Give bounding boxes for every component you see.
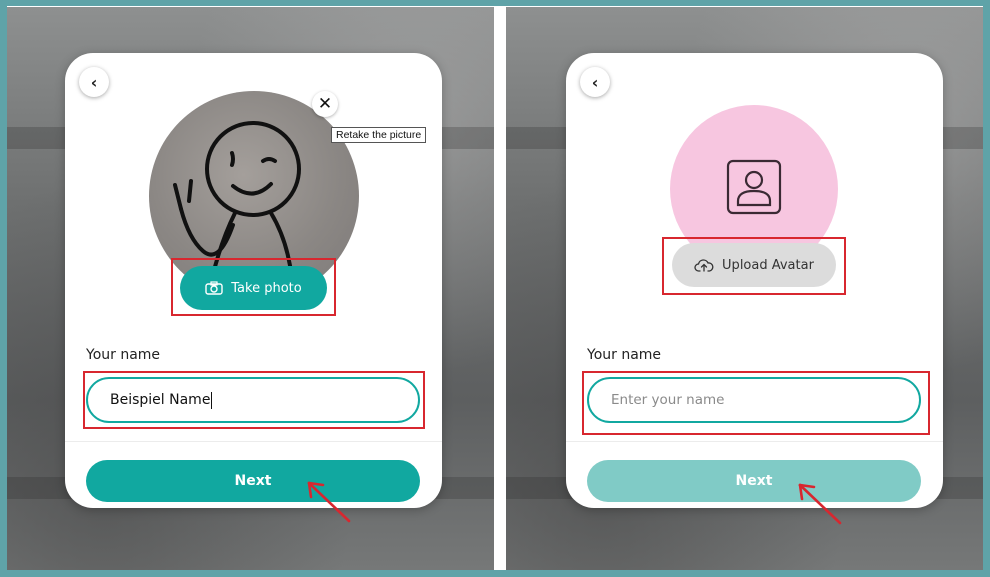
name-input[interactable]: Beispiel Name bbox=[86, 377, 420, 423]
profile-card: ‹ Upload Avatar Your name Enter your nam… bbox=[566, 53, 943, 508]
user-portrait-icon bbox=[726, 159, 782, 215]
pointer-arrow-icon bbox=[798, 483, 842, 525]
name-label: Your name bbox=[587, 347, 662, 363]
name-label: Your name bbox=[86, 347, 161, 363]
name-input-value: Beispiel Name bbox=[110, 392, 211, 408]
close-icon: ✕ bbox=[317, 94, 333, 114]
take-photo-button[interactable]: Take photo bbox=[180, 266, 327, 310]
take-photo-label: Take photo bbox=[231, 280, 302, 296]
text-caret bbox=[211, 391, 213, 409]
name-input[interactable]: Enter your name bbox=[587, 377, 921, 423]
upload-avatar-button[interactable]: Upload Avatar bbox=[672, 243, 836, 287]
back-button[interactable]: ‹ bbox=[580, 67, 610, 97]
next-button[interactable]: Next bbox=[86, 460, 420, 502]
next-button-disabled[interactable]: Next bbox=[587, 460, 921, 502]
pointer-arrow-icon bbox=[307, 481, 351, 523]
divider bbox=[65, 441, 442, 442]
chevron-left-icon: ‹ bbox=[591, 72, 599, 92]
retake-photo-button[interactable]: ✕ bbox=[312, 91, 338, 117]
back-button[interactable]: ‹ bbox=[79, 67, 109, 97]
camera-icon bbox=[205, 281, 223, 295]
retake-tooltip: Retake the picture bbox=[331, 127, 427, 143]
screens-divider bbox=[494, 7, 506, 570]
cloud-upload-icon bbox=[694, 259, 714, 272]
name-input-placeholder: Enter your name bbox=[611, 392, 725, 408]
upload-avatar-label: Upload Avatar bbox=[722, 257, 814, 273]
divider bbox=[566, 441, 943, 442]
left-screen: ‹ ✕ Retake the picture Take photo Your n… bbox=[7, 7, 494, 570]
right-screen: ‹ Upload Avatar Your name Enter your nam… bbox=[506, 7, 983, 570]
profile-card: ‹ ✕ Retake the picture Take photo Your n… bbox=[65, 53, 442, 508]
chevron-left-icon: ‹ bbox=[90, 72, 98, 92]
